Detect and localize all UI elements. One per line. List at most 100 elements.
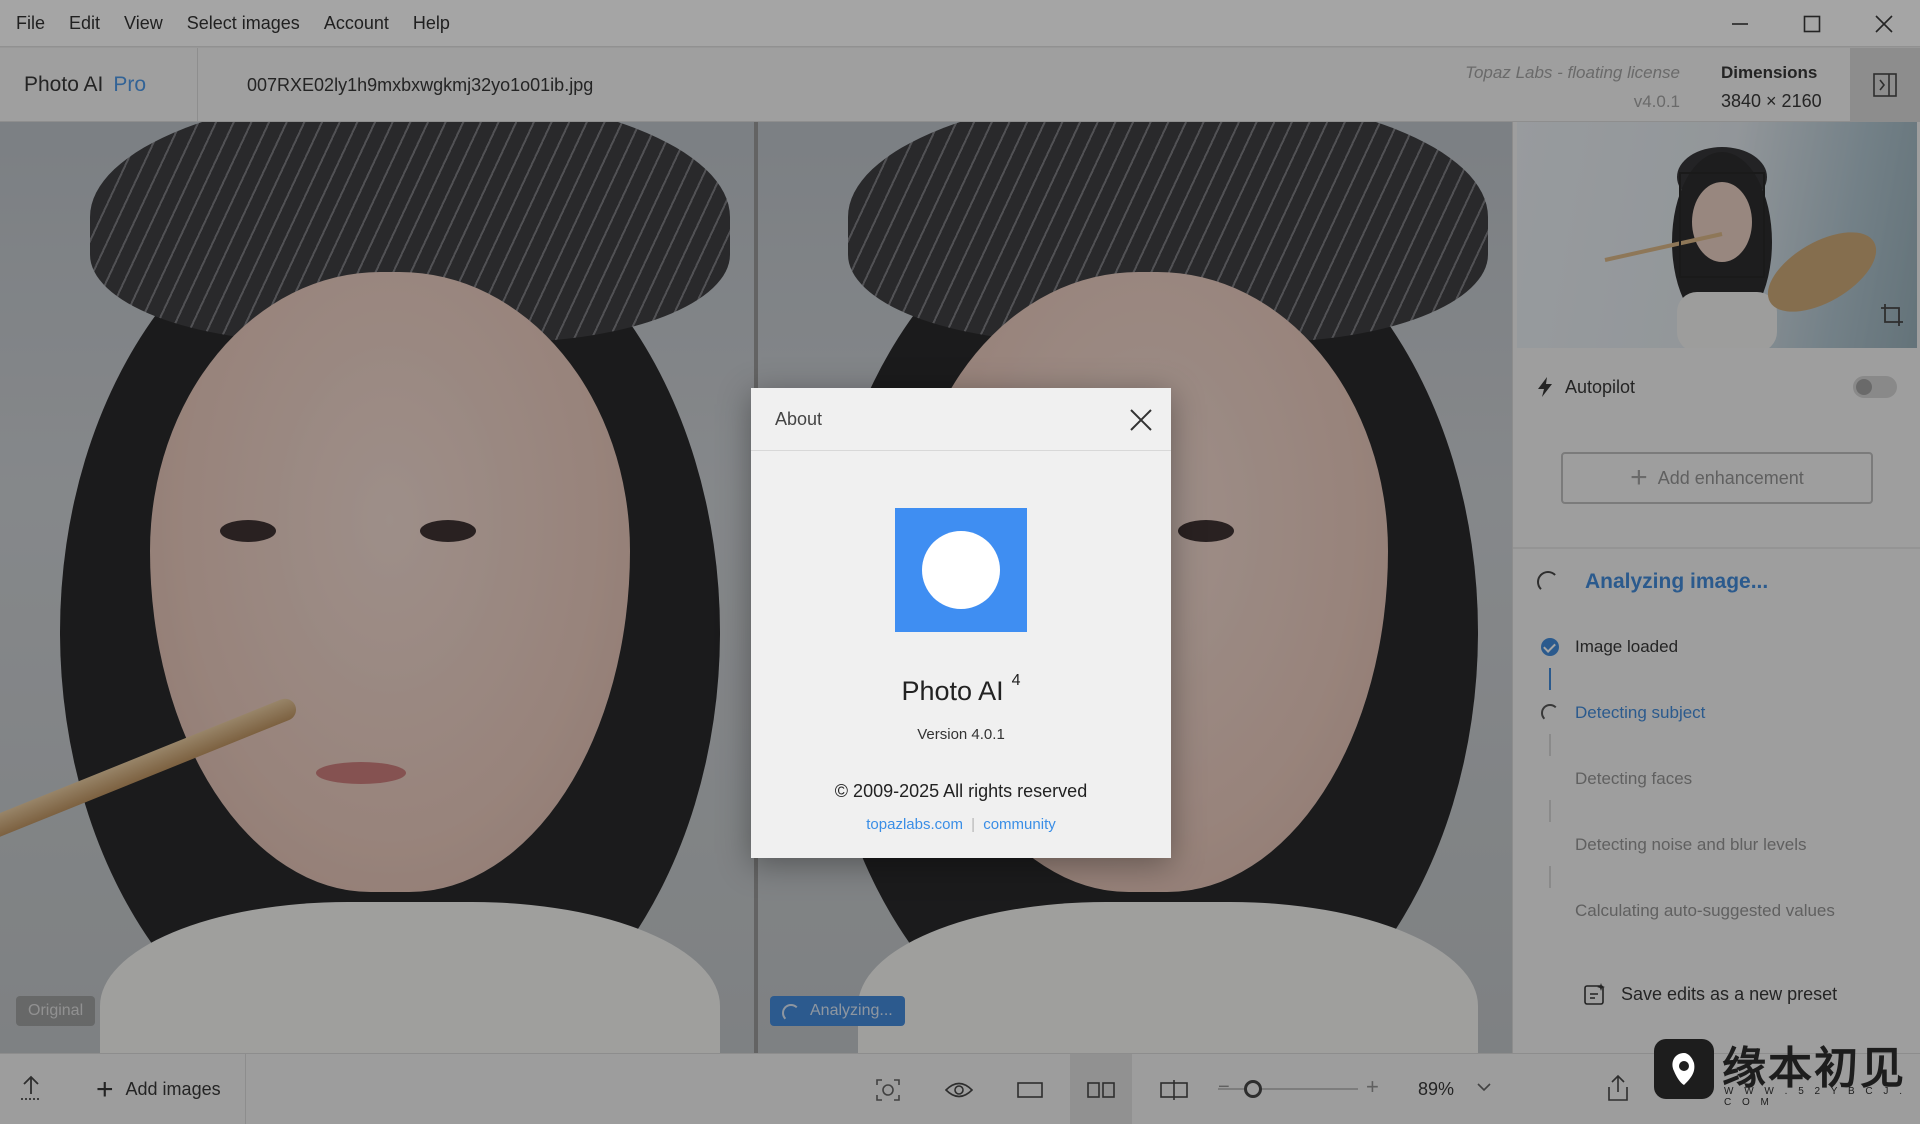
close-button[interactable] <box>1848 0 1920 47</box>
zoom-level[interactable]: 89% <box>1418 1054 1454 1124</box>
minimize-button[interactable] <box>1704 0 1776 47</box>
menu-account[interactable]: Account <box>312 0 401 47</box>
edition-badge: Pro <box>113 73 147 96</box>
check-icon <box>1541 638 1559 656</box>
app-name: Photo AI <box>24 73 104 96</box>
app-logo <box>895 508 1027 632</box>
save-preset-button[interactable]: Save edits as a new preset <box>1583 982 1837 1006</box>
step-detecting-subject: Detecting subject <box>1541 698 1705 728</box>
step-connector <box>1549 800 1551 822</box>
menu-view[interactable]: View <box>112 0 175 47</box>
add-images-button[interactable]: + Add images <box>96 1054 246 1124</box>
menu-file[interactable]: File <box>0 0 57 47</box>
logo-circle-icon <box>922 531 1000 609</box>
analyzing-badge-label: Analyzing... <box>810 1002 893 1019</box>
face-scan-icon <box>876 1078 900 1101</box>
dialog-title: About <box>775 409 823 429</box>
brand: Photo AI Pro <box>0 48 198 122</box>
panel-toggle-button[interactable] <box>1850 48 1920 122</box>
autopilot-row: Autopilot <box>1537 372 1897 402</box>
preview-toggle-button[interactable] <box>928 1054 990 1124</box>
window-controls <box>1704 0 1920 47</box>
close-icon <box>1130 409 1152 431</box>
dialog-close-button[interactable] <box>1127 406 1155 434</box>
analyzing-badge: Analyzing... <box>770 996 905 1026</box>
side-by-side-icon <box>1087 1081 1115 1098</box>
link-separator: | <box>971 816 976 833</box>
file-name: 007RXE02ly1h9mxbxwgkmj32yo1o01ib.jpg <box>247 75 594 95</box>
zoom-dropdown-button[interactable] <box>1476 1080 1492 1098</box>
preset-save-icon <box>1584 983 1605 1005</box>
step-label: Image loaded <box>1575 637 1679 656</box>
face-detect-button[interactable] <box>857 1054 919 1124</box>
share-icon <box>1608 1074 1628 1101</box>
navigator-thumbnail[interactable] <box>1517 122 1917 348</box>
product-major-version: 4 <box>1011 672 1021 689</box>
side-by-side-button[interactable] <box>1070 1054 1132 1124</box>
step-connector <box>1549 734 1551 756</box>
license-info: Topaz Labs - floating license v4.0.1 <box>1465 58 1680 116</box>
add-enhancement-button[interactable]: + Add enhancement <box>1561 452 1873 504</box>
export-share-button[interactable] <box>1606 1074 1630 1107</box>
autopilot-toggle[interactable] <box>1853 376 1897 398</box>
step-image-loaded: Image loaded <box>1541 632 1678 662</box>
dialog-links: topazlabs.com | community <box>751 816 1171 833</box>
crop-button[interactable] <box>1879 302 1905 333</box>
step-calculating-values: Calculating auto-suggested values <box>1541 896 1835 926</box>
single-view-icon <box>1017 1081 1043 1098</box>
save-preset-label: Save edits as a new preset <box>1621 983 1838 1004</box>
license-text: Topaz Labs - floating license <box>1465 63 1680 82</box>
product-name: Photo AI 4 <box>751 672 1171 707</box>
viewport-frame[interactable] <box>1679 172 1765 278</box>
community-link[interactable]: community <box>983 816 1056 833</box>
version-text: Version 4.0.1 <box>917 726 1005 743</box>
watermark-subtext: W W W . 5 2 Y B C J . C O M <box>1724 1086 1906 1108</box>
maximize-icon <box>1803 15 1821 32</box>
zoom-slider[interactable] <box>1218 1080 1358 1098</box>
watermark-logo-icon <box>1654 1039 1714 1099</box>
maximize-button[interactable] <box>1776 0 1848 47</box>
zoom-in-icon[interactable]: + <box>1366 1074 1379 1100</box>
spinner-icon <box>1541 704 1559 722</box>
split-view-icon <box>1160 1079 1188 1100</box>
product-title: Photo AI <box>901 676 1004 706</box>
step-detecting-faces: Detecting faces <box>1541 764 1692 794</box>
dimensions-value: 3840 × 2160 <box>1721 91 1822 111</box>
step-label: Detecting faces <box>1575 769 1693 788</box>
close-icon <box>1875 14 1893 33</box>
header-bar: Photo AI Pro 007RXE02ly1h9mxbxwgkmj32yo1… <box>0 48 1920 122</box>
menu-bar: File Edit View Select images Account Hel… <box>0 0 1920 47</box>
bottom-toolbar: + Add images − + 89% <box>0 1053 1512 1124</box>
about-dialog: About Photo AI 4 Version 4.0.1 © 2009-202… <box>751 388 1171 858</box>
analyzing-status: Analyzing image... <box>1537 570 1768 594</box>
spinner-icon <box>782 1004 800 1022</box>
dialog-header: About <box>751 388 1171 451</box>
plus-icon: + <box>96 1072 114 1106</box>
step-label: Calculating auto-suggested values <box>1575 901 1835 920</box>
add-enhancement-label: Add enhancement <box>1657 467 1804 488</box>
menu-select-images[interactable]: Select images <box>175 0 312 47</box>
minimize-icon <box>1732 22 1748 25</box>
step-connector <box>1549 866 1551 888</box>
original-photo <box>0 122 754 1053</box>
eye-icon <box>945 1082 973 1097</box>
copyright-text: © 2009-2025 All rights reserved <box>834 781 1088 801</box>
export-button[interactable] <box>18 1074 44 1107</box>
step-connector <box>1549 668 1551 690</box>
chevron-down-icon <box>1477 1083 1491 1092</box>
app-version: v4.0.1 <box>1633 92 1680 111</box>
website-link[interactable]: topazlabs.com <box>866 816 963 833</box>
single-view-button[interactable] <box>999 1054 1061 1124</box>
spinner-icon <box>1537 571 1559 593</box>
menu-edit[interactable]: Edit <box>57 0 112 47</box>
split-view-button[interactable] <box>1143 1054 1205 1124</box>
lightning-icon <box>1538 377 1552 397</box>
add-images-label: Add images <box>125 1079 221 1099</box>
step-detecting-noise: Detecting noise and blur levels <box>1541 830 1807 860</box>
panel-divider <box>1513 547 1920 549</box>
zoom-slider-handle[interactable] <box>1244 1080 1262 1098</box>
menu-help[interactable]: Help <box>401 0 462 47</box>
autopilot-label: Autopilot <box>1565 376 1636 397</box>
watermark-text: 缘本初见 <box>1722 1043 1906 1094</box>
analyzing-title: Analyzing image... <box>1585 570 1769 593</box>
